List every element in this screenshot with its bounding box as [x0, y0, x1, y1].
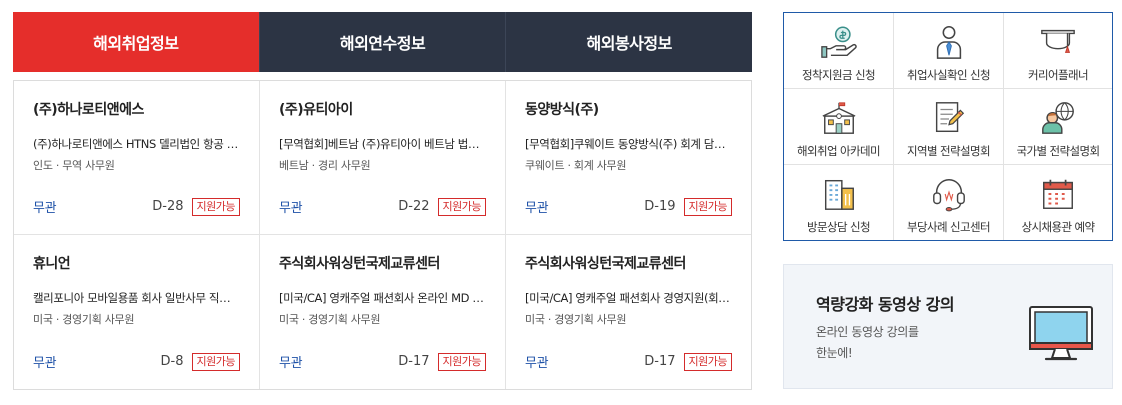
school-building-icon [822, 102, 855, 134]
job-card-footer: 무관 D-8 지원가능 [33, 352, 240, 371]
job-card-footer: 무관 D-22 지원가능 [279, 197, 486, 216]
deadline-dday: D-22 [398, 199, 430, 214]
lecture-desc-line: 온라인 동영상 강의를 [816, 325, 919, 339]
calendar-icon [1043, 179, 1073, 209]
status-badge: 지원가능 [191, 197, 240, 216]
education-requirement: 무관 [279, 356, 303, 371]
company-name: 주식회사워싱턴국제교류센터 [525, 256, 686, 272]
job-card[interactable]: (주)하나로티앤에스 (주)하나로티앤에스 HTNS 델리법인 항공 수출입 담… [14, 81, 260, 235]
quick-label: 부당사례 신고센터 [907, 220, 991, 234]
quick-employment-confirmation[interactable]: 취업사실확인 신청 [894, 13, 1004, 89]
job-title-link[interactable]: [무역협회]베트남 (주)유티아이 베트남 법인 경리 채용 [279, 136, 486, 152]
person-globe-icon [1042, 102, 1074, 134]
education-requirement: 무관 [525, 201, 549, 216]
job-location-category: 베트남 · 경리 사무원 [279, 159, 371, 172]
job-card-footer: 무관 D-17 지원가능 [525, 352, 732, 371]
job-title-link[interactable]: [미국/CA] 영캐주얼 패션회사 경영지원(회계) 채용 [525, 290, 732, 306]
job-title-link[interactable]: [무역협회]쿠웨이트 동양방식(주) 회계 담당 채용 [525, 136, 732, 152]
tab-overseas-employment[interactable]: 해외취업정보 [13, 12, 259, 72]
job-card[interactable]: 주식회사워싱턴국제교류센터 [미국/CA] 영캐주얼 패션회사 온라인 MD 채… [260, 235, 506, 389]
video-lecture-banner[interactable]: 역량강화 동영상 강의 온라인 동영상 강의를 한눈에! [783, 264, 1113, 389]
company-name: 주식회사워싱턴국제교류센터 [279, 256, 440, 272]
status-badge: 지원가능 [191, 352, 240, 371]
company-name: 휴니언 [33, 256, 71, 272]
job-card-footer: 무관 D-17 지원가능 [279, 352, 486, 371]
lecture-description: 온라인 동영상 강의를 한눈에! [816, 322, 919, 364]
job-title-link[interactable]: (주)하나로티앤에스 HTNS 델리법인 항공 수출입 담당 채용 [33, 136, 240, 152]
education-requirement: 무관 [33, 201, 57, 216]
quick-settlement-subsidy[interactable]: 정착지원금 신청 [784, 13, 894, 89]
quick-visit-consultation[interactable]: 방문상담 신청 [784, 165, 894, 240]
company-name: (주)유티아이 [279, 102, 353, 118]
deadline-dday: D-17 [644, 354, 676, 369]
job-title-link[interactable]: 캘리포니아 모바일용품 회사 일반사무 직원 채용 [33, 290, 240, 306]
person-tie-icon [936, 26, 961, 59]
job-card[interactable]: 동양방식(주) [무역협회]쿠웨이트 동양방식(주) 회계 담당 채용 쿠웨이트… [506, 81, 751, 235]
job-location-category: 미국 · 경영기획 사무원 [279, 313, 381, 326]
lecture-desc-line: 한눈에! [816, 346, 853, 360]
education-requirement: 무관 [279, 201, 303, 216]
company-name: (주)하나로티앤에스 [33, 102, 144, 118]
quick-label: 취업사실확인 신청 [907, 68, 991, 82]
deadline-dday: D-19 [644, 199, 676, 214]
quick-label: 커리어플래너 [1028, 68, 1088, 82]
quick-menu: 정착지원금 신청 취업사실확인 신청 커리어플래너 해외취업 아카데미 지역별 … [783, 12, 1113, 241]
monitor-icon [1029, 306, 1093, 361]
job-location-category: 인도 · 무역 사무원 [33, 159, 115, 172]
deadline-dday: D-17 [398, 354, 430, 369]
quick-unfair-case-report[interactable]: 부당사례 신고센터 [894, 165, 1004, 240]
tab-overseas-volunteer[interactable]: 해외봉사정보 [505, 12, 753, 72]
job-card[interactable]: (주)유티아이 [무역협회]베트남 (주)유티아이 베트남 법인 경리 채용 베… [260, 81, 506, 235]
job-card[interactable]: 주식회사워싱턴국제교류센터 [미국/CA] 영캐주얼 패션회사 경영지원(회계)… [506, 235, 751, 389]
headset-icon [932, 178, 965, 212]
quick-label: 정착지원금 신청 [802, 68, 876, 82]
info-tabs: 해외취업정보 해외연수정보 해외봉사정보 [13, 12, 753, 72]
lecture-title: 역량강화 동영상 강의 [816, 295, 955, 314]
deadline-dday: D-28 [152, 199, 184, 214]
quick-career-planner[interactable]: 커리어플래너 [1004, 13, 1112, 89]
job-location-category: 쿠웨이트 · 회계 사무원 [525, 159, 627, 172]
status-badge: 지원가능 [437, 352, 486, 371]
status-badge: 지원가능 [683, 352, 732, 371]
quick-label: 상시채용관 예약 [1021, 220, 1096, 234]
quick-regional-briefing[interactable]: 지역별 전략설명회 [894, 89, 1004, 165]
job-card-grid: (주)하나로티앤에스 (주)하나로티앤에스 HTNS 델리법인 항공 수출입 담… [13, 80, 752, 390]
job-card-footer: 무관 D-28 지원가능 [33, 197, 240, 216]
tab-overseas-training[interactable]: 해외연수정보 [258, 12, 506, 72]
quick-country-briefing[interactable]: 국가별 전략설명회 [1004, 89, 1112, 165]
money-hand-icon [820, 26, 857, 58]
quick-label: 방문상담 신청 [807, 220, 871, 234]
job-location-category: 미국 · 경영기획 사무원 [525, 313, 627, 326]
education-requirement: 무관 [525, 356, 549, 371]
graduation-cap-icon [1041, 29, 1075, 53]
job-title-link[interactable]: [미국/CA] 영캐주얼 패션회사 온라인 MD 채용 [279, 290, 486, 306]
education-requirement: 무관 [33, 356, 57, 371]
company-name: 동양방식(주) [525, 102, 599, 118]
job-card[interactable]: 휴니언 캘리포니아 모바일용품 회사 일반사무 직원 채용 미국 · 경영기획 … [14, 235, 260, 389]
quick-label: 해외취업 아카데미 [797, 144, 881, 158]
job-location-category: 미국 · 경영기획 사무원 [33, 313, 135, 326]
status-badge: 지원가능 [683, 197, 732, 216]
office-building-icon [824, 179, 854, 210]
quick-label: 국가별 전략설명회 [1016, 144, 1101, 158]
overseas-info-panel: 해외취업정보 해외연수정보 해외봉사정보 (주)하나로티앤에스 (주)하나로티앤… [13, 12, 753, 390]
job-card-footer: 무관 D-19 지원가능 [525, 197, 732, 216]
quick-academy[interactable]: 해외취업 아카데미 [784, 89, 894, 165]
document-pen-icon [935, 102, 964, 133]
quick-recruitment-reservation[interactable]: 상시채용관 예약 [1004, 165, 1112, 240]
status-badge: 지원가능 [437, 197, 486, 216]
quick-label: 지역별 전략설명회 [907, 144, 991, 158]
deadline-dday: D-8 [160, 354, 184, 369]
